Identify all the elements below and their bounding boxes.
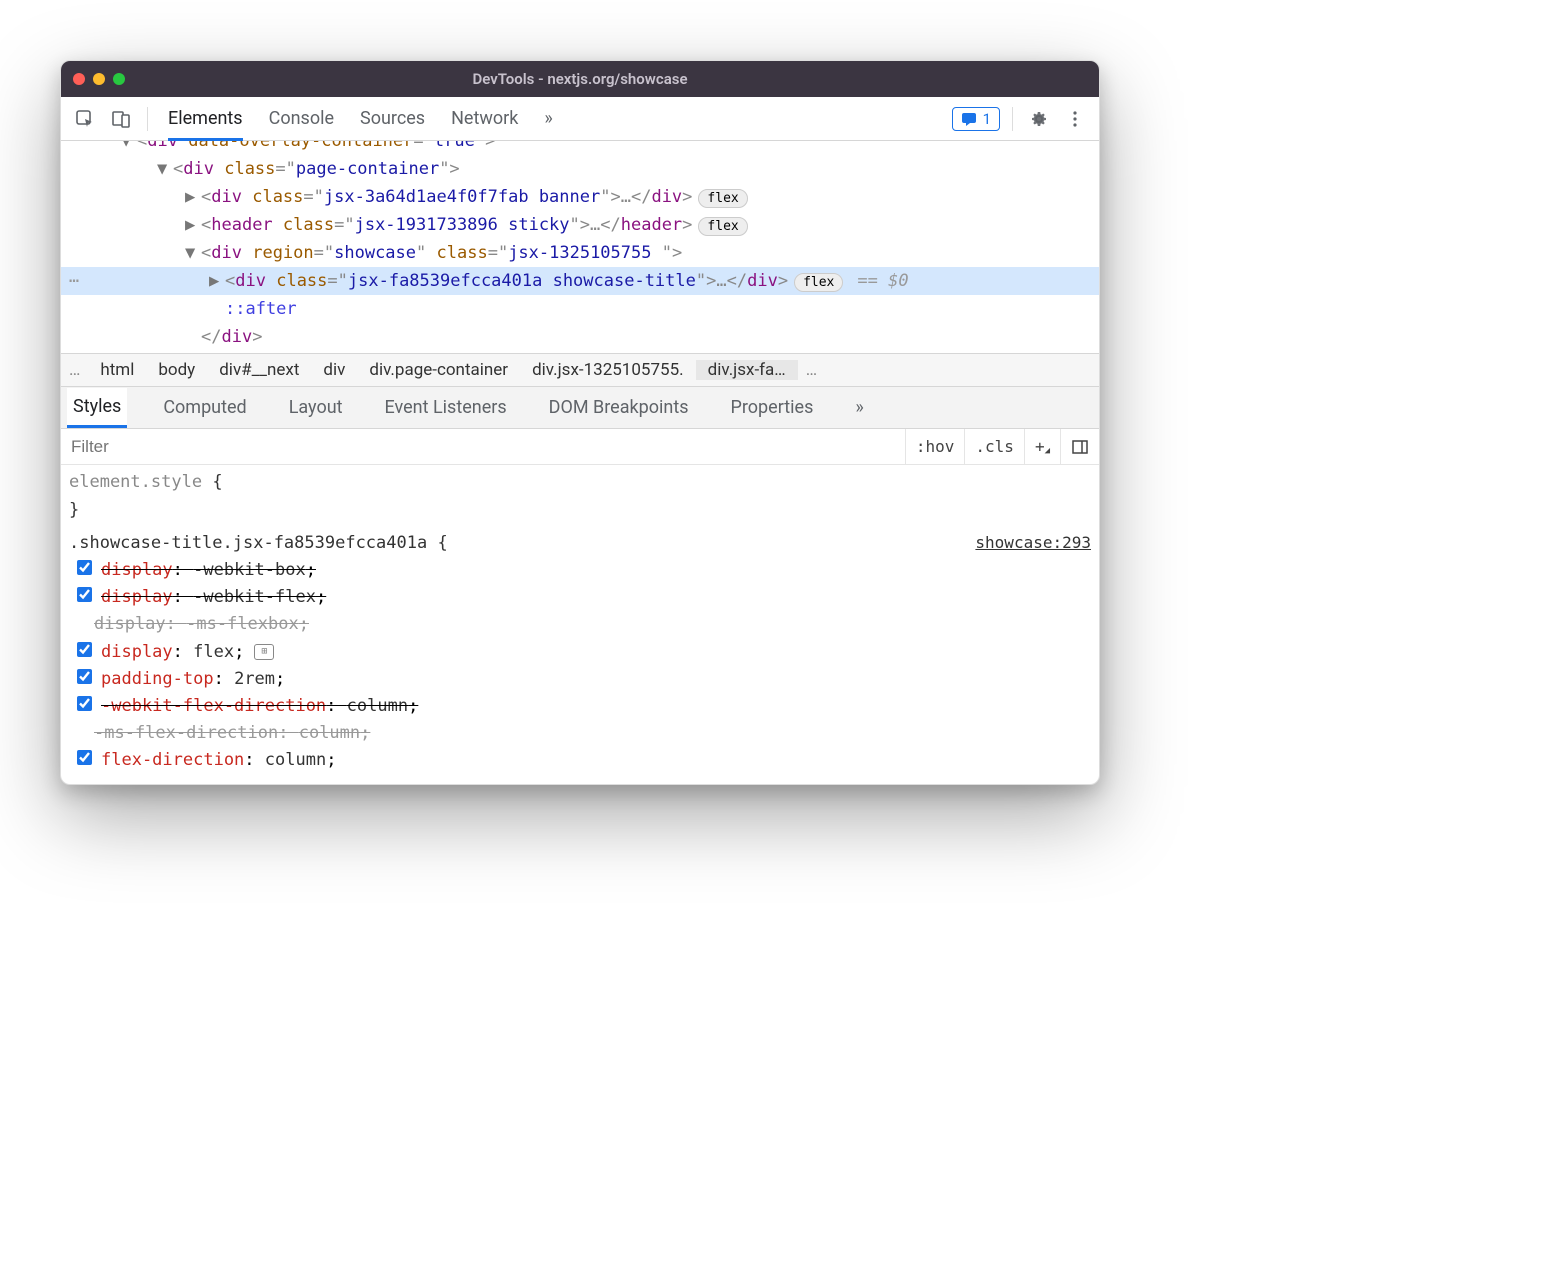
styles-pane[interactable]: element.style { } .showcase-title.jsx-fa…: [61, 465, 1099, 784]
main-tabs: Elements Console Sources Network »: [168, 99, 553, 138]
styles-panel-tabs: Styles Computed Layout Event Listeners D…: [61, 387, 1099, 429]
breadcrumb-item[interactable]: div.jsx-1325105755.: [520, 360, 696, 380]
ptab-styles[interactable]: Styles: [67, 388, 127, 428]
ptab-event-listeners[interactable]: Event Listeners: [379, 389, 513, 426]
devtools-window: DevTools - nextjs.org/showcase Elements …: [60, 60, 1100, 785]
titlebar: DevTools - nextjs.org/showcase: [61, 61, 1099, 97]
breadcrumb-item[interactable]: div.page-container: [357, 360, 520, 380]
hov-button[interactable]: :hov: [905, 429, 965, 464]
tab-console[interactable]: Console: [269, 99, 334, 138]
style-property[interactable]: display: -webkit-box;: [69, 557, 1091, 584]
ptab-properties[interactable]: Properties: [725, 389, 820, 426]
property-toggle[interactable]: [77, 642, 92, 657]
property-toggle[interactable]: [77, 669, 92, 684]
breadcrumbs[interactable]: … html body div#__next div div.page-cont…: [61, 353, 1099, 387]
close-icon[interactable]: [73, 73, 85, 85]
flex-badge[interactable]: flex: [698, 189, 747, 208]
issues-button[interactable]: 1: [952, 107, 1000, 131]
tabs-overflow[interactable]: »: [544, 99, 552, 138]
breadcrumb-overflow-right[interactable]: …: [798, 360, 825, 380]
dollar-zero: == $0: [857, 271, 908, 291]
new-rule-button[interactable]: +◢: [1024, 429, 1060, 464]
window-controls: [73, 73, 125, 85]
breadcrumb-item[interactable]: html: [88, 360, 146, 380]
property-toggle[interactable]: [77, 587, 92, 602]
toolbar-divider: [147, 107, 148, 131]
style-rule-element[interactable]: element.style { }: [69, 469, 1091, 523]
style-property[interactable]: padding-top: 2rem;: [69, 666, 1091, 693]
style-property[interactable]: display: flex;⊞: [69, 639, 1091, 666]
ptab-overflow[interactable]: »: [849, 389, 869, 426]
style-rule-header: .showcase-title.jsx-fa8539efcca401a { sh…: [69, 530, 1091, 557]
inspect-icon[interactable]: [71, 105, 99, 133]
kebab-icon[interactable]: [1061, 105, 1089, 133]
flexbox-editor-icon[interactable]: ⊞: [254, 644, 274, 660]
breadcrumb-overflow-left[interactable]: …: [61, 360, 88, 380]
styles-filter-input[interactable]: [61, 437, 905, 457]
settings-icon[interactable]: [1025, 105, 1053, 133]
ptab-layout[interactable]: Layout: [283, 389, 349, 426]
breadcrumb-item[interactable]: div#__next: [207, 360, 311, 380]
dom-node[interactable]: ▶<div class="jsx-3a64d1ae4f0f7fab banner…: [61, 183, 1099, 211]
dom-tree[interactable]: ▼<div data-overlay-container="true"> ▼<d…: [61, 141, 1099, 353]
dom-node-selected[interactable]: ▶<div class="jsx-fa8539efcca401a showcas…: [61, 267, 1099, 295]
tab-elements[interactable]: Elements: [168, 99, 243, 141]
tab-sources[interactable]: Sources: [360, 99, 425, 138]
styles-filter-bar: :hov .cls +◢: [61, 429, 1099, 465]
style-property[interactable]: display: -ms-flexbox;: [69, 611, 1091, 638]
flex-badge[interactable]: flex: [698, 217, 747, 236]
ptab-dom-breakpoints[interactable]: DOM Breakpoints: [543, 389, 695, 426]
property-toggle[interactable]: [77, 560, 92, 575]
property-toggle[interactable]: [77, 696, 92, 711]
property-toggle[interactable]: [77, 750, 92, 765]
minimize-icon[interactable]: [93, 73, 105, 85]
tab-network[interactable]: Network: [451, 99, 518, 138]
dom-node[interactable]: ▼<div region="showcase" class="jsx-13251…: [61, 239, 1099, 267]
ptab-computed[interactable]: Computed: [157, 389, 252, 426]
style-property[interactable]: display: -webkit-flex;: [69, 584, 1091, 611]
window-title: DevTools - nextjs.org/showcase: [61, 70, 1099, 88]
style-property[interactable]: -webkit-flex-direction: column;: [69, 693, 1091, 720]
dom-pseudo[interactable]: ::after: [61, 295, 1099, 323]
cls-button[interactable]: .cls: [964, 429, 1024, 464]
breadcrumb-item[interactable]: div: [311, 360, 357, 380]
style-property[interactable]: -ms-flex-direction: column;: [69, 720, 1091, 747]
style-property[interactable]: flex-direction: column;: [69, 747, 1091, 774]
style-property-list: display: -webkit-box;display: -webkit-fl…: [69, 557, 1091, 775]
dom-node[interactable]: ▼<div class="page-container">: [61, 155, 1099, 183]
dom-node[interactable]: ▼<div data-overlay-container="true">: [61, 141, 1099, 155]
issue-count: 1: [983, 110, 991, 128]
style-selector[interactable]: .showcase-title.jsx-fa8539efcca401a: [69, 533, 427, 553]
flex-badge[interactable]: flex: [794, 273, 843, 292]
style-source-link[interactable]: showcase:293: [975, 530, 1091, 556]
dom-node[interactable]: ▶<header class="jsx-1931733896 sticky">……: [61, 211, 1099, 239]
breadcrumb-item-selected[interactable]: div.jsx-fa…: [696, 360, 798, 380]
main-toolbar: Elements Console Sources Network » 1: [61, 97, 1099, 141]
device-toggle-icon[interactable]: [107, 105, 135, 133]
breadcrumb-item[interactable]: body: [146, 360, 207, 380]
sidebar-toggle-icon[interactable]: [1060, 429, 1099, 464]
toolbar-divider: [1012, 107, 1013, 131]
zoom-icon[interactable]: [113, 73, 125, 85]
dom-node-close[interactable]: </div>: [61, 323, 1099, 351]
